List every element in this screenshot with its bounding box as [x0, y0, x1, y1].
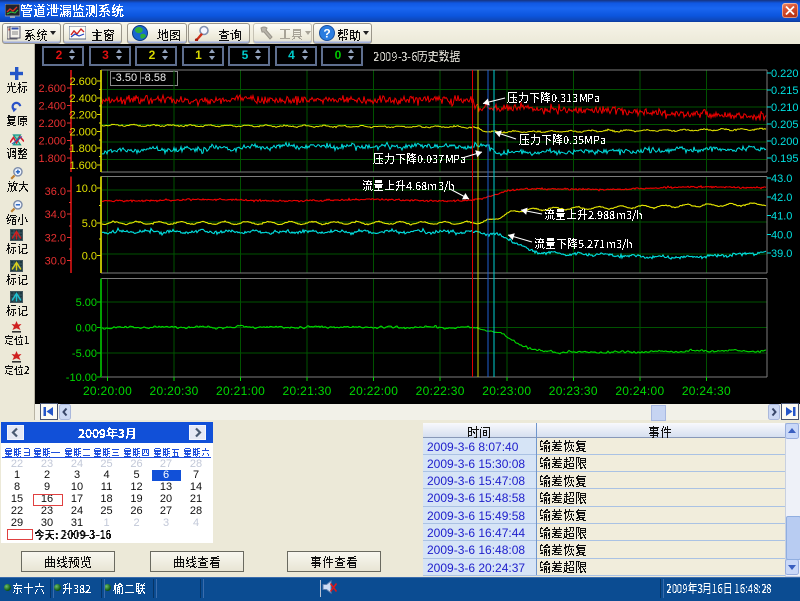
svg-text:2.000: 2.000 [38, 136, 66, 148]
svg-text:34.0: 34.0 [45, 209, 66, 221]
svg-text:20:21:00: 20:21:00 [216, 384, 265, 398]
svg-text:2.200: 2.200 [38, 118, 66, 130]
svg-text:2.600: 2.600 [69, 76, 97, 88]
svg-text:36.0: 36.0 [45, 186, 66, 198]
svg-text:20:22:30: 20:22:30 [416, 384, 465, 398]
svg-text:30.0: 30.0 [45, 256, 66, 268]
svg-text:20:24:30: 20:24:30 [682, 384, 731, 398]
svg-text:40.0: 40.0 [771, 229, 792, 241]
svg-text:-5.00: -5.00 [72, 348, 97, 360]
svg-text:0.200: 0.200 [771, 136, 799, 148]
svg-text:1.600: 1.600 [69, 160, 97, 172]
svg-text:0.00: 0.00 [76, 323, 97, 335]
svg-text:2.400: 2.400 [38, 101, 66, 113]
svg-text:2.400: 2.400 [69, 93, 97, 105]
svg-text:32.0: 32.0 [45, 232, 66, 244]
svg-text:20:22:00: 20:22:00 [349, 384, 398, 398]
svg-text:20:20:30: 20:20:30 [150, 384, 199, 398]
svg-text:20:23:00: 20:23:00 [482, 384, 531, 398]
svg-text:42.0: 42.0 [771, 192, 792, 204]
svg-text:20:20:00: 20:20:00 [83, 384, 132, 398]
svg-text:5.0: 5.0 [82, 218, 97, 230]
svg-text:0.215: 0.215 [771, 85, 799, 97]
svg-text:2.600: 2.600 [38, 83, 66, 95]
svg-text:2.200: 2.200 [69, 110, 97, 122]
svg-text:-10.00: -10.00 [66, 372, 97, 384]
svg-text:10.0: 10.0 [76, 183, 97, 195]
svg-text:0.195: 0.195 [771, 153, 799, 165]
svg-text:39.0: 39.0 [771, 248, 792, 260]
svg-text:20:24:00: 20:24:00 [615, 384, 664, 398]
svg-text:2.000: 2.000 [69, 126, 97, 138]
svg-text:0.0: 0.0 [82, 250, 97, 262]
svg-text:43.0: 43.0 [771, 173, 792, 185]
svg-text:0.210: 0.210 [771, 102, 799, 114]
svg-text:41.0: 41.0 [771, 211, 792, 223]
svg-text:0.205: 0.205 [771, 119, 799, 131]
svg-text:20:23:30: 20:23:30 [549, 384, 598, 398]
svg-text:5.00: 5.00 [76, 297, 97, 309]
svg-text:1.800: 1.800 [69, 143, 97, 155]
svg-text:1.800: 1.800 [38, 153, 66, 165]
svg-text:20:21:30: 20:21:30 [283, 384, 332, 398]
svg-text:0.220: 0.220 [771, 68, 799, 80]
